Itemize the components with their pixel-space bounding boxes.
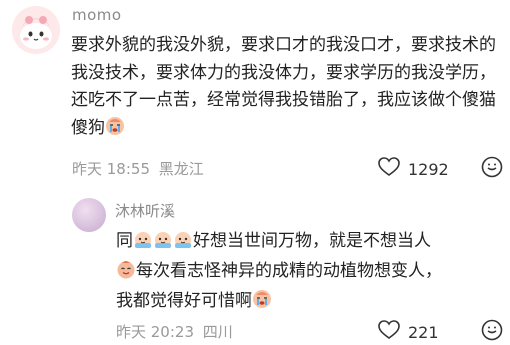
avatar[interactable] xyxy=(72,198,106,232)
heart-icon xyxy=(378,320,400,344)
like-count: 221 xyxy=(408,322,439,342)
reply-meta: 昨天 20:23 四川 xyxy=(116,321,237,342)
crying-face-icon xyxy=(105,116,125,136)
comment-location: 黑龙江 xyxy=(158,160,204,178)
shy-face-icon xyxy=(153,229,173,249)
crying-face-icon xyxy=(252,289,272,309)
comment-meta: 昨天 18:55 黑龙江 xyxy=(72,158,208,179)
reply-time: 昨天 20:23 xyxy=(116,323,194,341)
comment-time: 昨天 18:55 xyxy=(72,160,150,178)
like-button[interactable]: 1292 xyxy=(378,157,449,181)
heart-icon xyxy=(378,157,400,181)
reply-line-3: 我都觉得好可惜啊 xyxy=(116,286,506,316)
reply-button[interactable] xyxy=(481,156,503,182)
reply-line-1: 同 好想当世间万物，就是不想当人 xyxy=(116,226,506,256)
reply-prefix: 同 xyxy=(116,231,133,251)
comment-username[interactable]: momo xyxy=(72,6,122,24)
comment-body: 要求外貌的我没外貌，要求口才的我没口才，要求技术的我没技术，要求体力的我没体力，… xyxy=(71,35,496,138)
avatar[interactable] xyxy=(12,6,60,54)
reply-location: 四川 xyxy=(202,323,233,341)
smiling-face-icon xyxy=(116,259,136,279)
like-count: 1292 xyxy=(408,159,449,179)
reply-username[interactable]: 沐林听溪 xyxy=(115,200,175,221)
comment-bubble-icon xyxy=(481,156,503,182)
shy-face-icon xyxy=(133,229,153,249)
reply-line-2: 每次看志怪神异的成精的动植物想变人， xyxy=(116,256,506,286)
reply-line-3-text: 我都觉得好可惜啊 xyxy=(116,291,252,311)
reply-line-2-text: 每次看志怪神异的成精的动植物想变人， xyxy=(136,261,442,281)
reply-line-1-text: 好想当世间万物，就是不想当人 xyxy=(193,231,431,251)
reply-text: 同 好想当世间万物，就是不想当人 每次看志怪神异的成精的动植物想变人， 我都觉得好… xyxy=(116,226,506,316)
like-button[interactable]: 221 xyxy=(378,320,439,344)
reply-button[interactable] xyxy=(481,319,503,345)
shy-face-icon xyxy=(173,229,193,249)
comment-text: 要求外貌的我没外貌，要求口才的我没口才，要求技术的我没技术，要求体力的我没体力，… xyxy=(71,32,503,142)
